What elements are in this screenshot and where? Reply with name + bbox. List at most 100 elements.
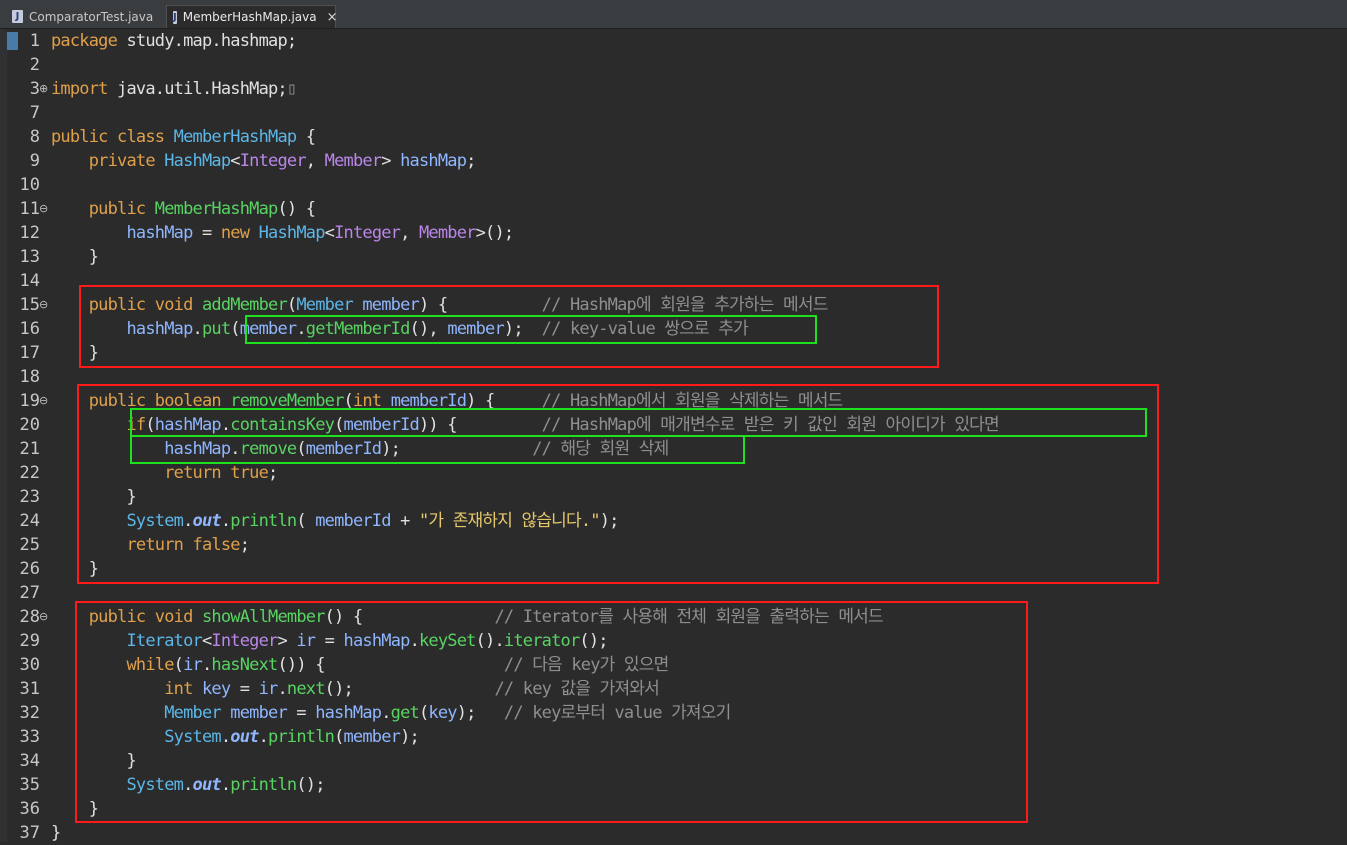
code-line[interactable]: 12 hashMap = new HashMap<Integer, Member… bbox=[0, 221, 1347, 245]
code-token: println bbox=[230, 511, 297, 531]
line-number: 31 bbox=[19, 679, 40, 699]
fold-collapse-icon[interactable]: ⊖ bbox=[39, 197, 49, 221]
code-line[interactable]: 3 ⊕ import java.util.HashMap;▯ bbox=[0, 77, 1347, 101]
code-line[interactable]: 16 hashMap.put(member.getMemberId(), mem… bbox=[0, 317, 1347, 341]
line-number: 19 bbox=[19, 391, 40, 411]
code-token: () { bbox=[277, 199, 316, 219]
line-number: 14 bbox=[19, 271, 40, 291]
code-token: getMemberId bbox=[305, 319, 411, 339]
code-token: < bbox=[324, 223, 335, 243]
code-token: public void bbox=[88, 607, 202, 627]
code-text: public class MemberHashMap { bbox=[51, 125, 316, 149]
code-line[interactable]: 21 hashMap.remove(memberId); // 해당 회원 삭제 bbox=[0, 437, 1347, 461]
fold-collapse-icon[interactable]: ⊖ bbox=[39, 605, 49, 629]
code-line[interactable]: 20 if(hashMap.containsKey(memberId)) { /… bbox=[0, 413, 1347, 437]
code-line[interactable]: 32 Member member = hashMap.get(key); // … bbox=[0, 701, 1347, 725]
code-line[interactable]: 22 return true; bbox=[0, 461, 1347, 485]
code-line[interactable]: 19 ⊖ public boolean removeMember(int memb… bbox=[0, 389, 1347, 413]
code-text: } bbox=[51, 749, 136, 773]
code-line[interactable]: 31 int key = ir.next(); // key 값을 가져와서 bbox=[0, 677, 1347, 701]
code-token: new bbox=[220, 223, 259, 243]
code-token: iterator bbox=[503, 631, 580, 651]
code-token: . bbox=[183, 511, 193, 531]
fold-collapse-icon[interactable]: ⊖ bbox=[39, 293, 49, 317]
tab-comparatortest[interactable]: J ComparatorTest.java bbox=[6, 5, 166, 28]
close-icon[interactable]: × bbox=[327, 10, 338, 25]
code-token: private bbox=[88, 151, 165, 171]
code-token: HashMap bbox=[258, 223, 326, 243]
code-token: memberId bbox=[343, 415, 420, 435]
code-line[interactable]: 13 } bbox=[0, 245, 1347, 269]
code-line[interactable]: 17 } bbox=[0, 341, 1347, 365]
code-token: put bbox=[201, 319, 231, 339]
code-token: memberId bbox=[315, 511, 391, 531]
code-token: . bbox=[296, 319, 306, 339]
code-line[interactable]: 29 Iterator<Integer> ir = hashMap.keySet… bbox=[0, 629, 1347, 653]
code-token: . bbox=[258, 727, 269, 747]
code-token: hasNext bbox=[211, 655, 278, 675]
code-token: // HashMap에 매개변수로 받은 키 값인 회원 아이디가 있다면 bbox=[541, 415, 1000, 435]
code-token: } bbox=[51, 559, 99, 579]
code-line[interactable]: 25 return false; bbox=[0, 533, 1347, 557]
tab-label: MemberHashMap.java bbox=[182, 10, 317, 24]
code-line[interactable]: 18 bbox=[0, 365, 1347, 389]
line-number: 1 bbox=[29, 31, 40, 51]
code-line[interactable]: 1 package study.map.hashmap; bbox=[0, 29, 1347, 53]
code-token: } bbox=[51, 823, 61, 843]
code-line[interactable]: 10 bbox=[0, 173, 1347, 197]
code-token: public bbox=[88, 199, 155, 219]
code-text: package study.map.hashmap; bbox=[51, 29, 297, 53]
line-number: 11 bbox=[19, 199, 40, 219]
code-text: System.out.println( memberId + "가 존재하지 않… bbox=[51, 509, 619, 533]
code-token: = bbox=[286, 703, 316, 723]
code-line[interactable]: 30 while(ir.hasNext()) { // 다음 key가 있으면 bbox=[0, 653, 1347, 677]
code-token: ()) { bbox=[277, 655, 504, 675]
code-line[interactable]: 14 bbox=[0, 269, 1347, 293]
code-line[interactable]: 26 } bbox=[0, 557, 1347, 581]
code-token: = bbox=[192, 223, 221, 243]
code-line[interactable]: 36 } bbox=[0, 797, 1347, 821]
code-token: } bbox=[51, 247, 99, 267]
code-text: return false; bbox=[51, 533, 249, 557]
code-token: = bbox=[315, 631, 344, 651]
tab-memberhashmap[interactable]: J MemberHashMap.java × bbox=[166, 5, 338, 28]
code-line[interactable]: 35 System.out.println(); bbox=[0, 773, 1347, 797]
code-line[interactable]: 37} bbox=[0, 821, 1347, 845]
code-token: System bbox=[126, 511, 184, 531]
code-line[interactable]: 27 bbox=[0, 581, 1347, 605]
code-token: ; bbox=[466, 151, 476, 171]
code-token: member bbox=[230, 703, 287, 723]
line-number: 30 bbox=[19, 655, 40, 675]
fold-collapse-icon[interactable]: ⊖ bbox=[39, 389, 49, 413]
code-token: // key 값을 가져와서 bbox=[494, 679, 660, 699]
code-token: removeMember bbox=[230, 391, 344, 411]
line-number: 36 bbox=[19, 799, 40, 819]
code-line[interactable]: 8 public class MemberHashMap { bbox=[0, 125, 1347, 149]
code-line[interactable]: 24 System.out.println( memberId + "가 존재하… bbox=[0, 509, 1347, 533]
code-line[interactable]: 34 } bbox=[0, 749, 1347, 773]
code-line[interactable]: 9 private HashMap<Integer, Member> hashM… bbox=[0, 149, 1347, 173]
fold-expand-icon[interactable]: ⊕ bbox=[39, 77, 49, 101]
code-token: study.map.hashmap; bbox=[117, 31, 297, 51]
code-line[interactable]: 2 bbox=[0, 53, 1347, 77]
line-number: 32 bbox=[19, 703, 40, 723]
code-line[interactable]: 7 bbox=[0, 101, 1347, 125]
code-token: >(); bbox=[475, 223, 515, 243]
code-editor[interactable]: 1 package study.map.hashmap; 2 3 ⊕ import jav… bbox=[0, 29, 1347, 845]
code-line[interactable]: 15 ⊖ public void addMember(Member member)… bbox=[0, 293, 1347, 317]
code-token: memberId bbox=[390, 391, 467, 411]
code-text: hashMap.remove(memberId); // 해당 회원 삭제 bbox=[51, 437, 669, 461]
code-text: } bbox=[51, 821, 61, 845]
code-token: member bbox=[343, 727, 401, 747]
code-line[interactable]: 23 } bbox=[0, 485, 1347, 509]
code-line[interactable]: 28 ⊖ public void showAllMember() { // Ite… bbox=[0, 605, 1347, 629]
code-token: } bbox=[51, 799, 99, 819]
code-line[interactable]: 11 ⊖ public MemberHashMap() { bbox=[0, 197, 1347, 221]
code-token: int bbox=[352, 391, 391, 411]
code-token: ); bbox=[400, 727, 420, 747]
code-line[interactable]: 33 System.out.println(member); bbox=[0, 725, 1347, 749]
